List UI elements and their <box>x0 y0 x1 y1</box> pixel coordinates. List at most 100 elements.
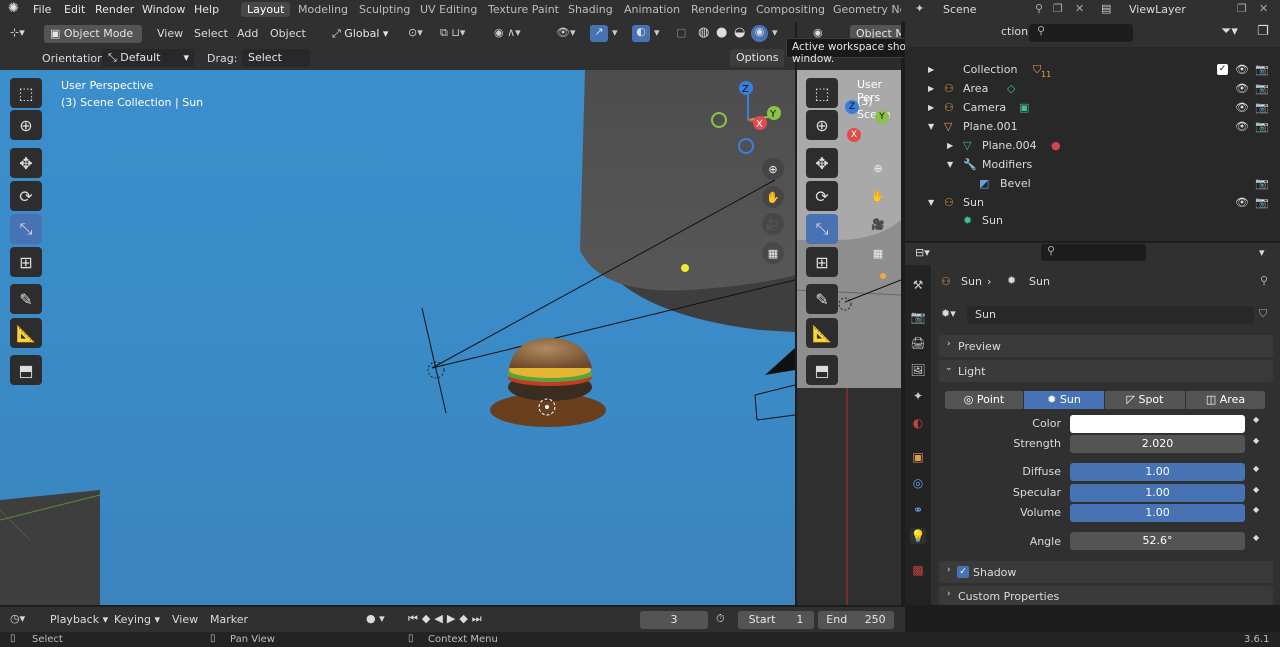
view-layer-tab-icon[interactable]: 🖼 <box>910 362 926 378</box>
move-tool-icon[interactable]: ✥ <box>10 148 42 178</box>
keyframe-dot-icon[interactable]: ◆ <box>1253 415 1259 424</box>
render-camera-icon[interactable]: 📷 <box>1255 174 1269 193</box>
pan-hand-icon-2[interactable]: ✋ <box>867 185 889 207</box>
datablock-name-field[interactable]: Sun <box>967 306 1254 324</box>
shadow-panel-header[interactable]: › ✓ Shadow <box>939 561 1273 583</box>
drag-dropdown[interactable]: Select Box ▾ <box>242 49 310 82</box>
collapse-arrow-icon[interactable]: ▼ <box>947 155 953 174</box>
new-viewlayer-icon[interactable]: ❐ <box>1237 2 1247 15</box>
blender-logo-icon[interactable]: ✺ <box>8 1 19 16</box>
diffuse-slider[interactable]: 1.00 <box>1070 463 1245 481</box>
keyframe-dot-icon[interactable]: ◆ <box>1253 464 1259 473</box>
select-box-tool-icon-2[interactable]: ⬚ <box>806 78 838 108</box>
light-panel-header[interactable]: ⌄ Light <box>939 360 1273 382</box>
render-camera-icon[interactable]: 📷 <box>1255 98 1269 117</box>
auto-keying-icon[interactable]: ● ▾ <box>366 612 385 625</box>
annotate-tool-icon-2[interactable]: ✎ <box>806 284 838 314</box>
gizmo-toggle-icon[interactable]: ↗ <box>590 25 608 42</box>
light-datablock-icon[interactable]: ✹▾ <box>941 307 956 320</box>
collapse-arrow-icon[interactable]: ▼ <box>928 193 934 212</box>
overlay-dropdown-icon[interactable]: ▾ <box>654 26 660 39</box>
properties-editor[interactable]: ⊟▾ ⚲ ▾ ⚇ Sun › ✹ Sun ⚲ ✹▾ Sun ⛉ › Previe… <box>905 243 1280 605</box>
next-keyframe-icon[interactable]: ◆ <box>459 612 471 625</box>
perspective-grid-icon-2[interactable]: ▦ <box>867 242 889 264</box>
tab-texture-paint[interactable]: Texture Paint <box>488 3 559 16</box>
end-frame-field[interactable]: End 250 <box>818 611 894 629</box>
properties-search-input[interactable]: ⚲ <box>1041 244 1146 261</box>
object-tab-icon[interactable]: ▣ <box>910 449 926 465</box>
specular-slider[interactable]: 1.00 <box>1070 484 1245 502</box>
outliner-row-bevel[interactable]: ◩ Bevel 📷 <box>905 174 1280 193</box>
editor-type-icon-3[interactable]: ⊟▾ <box>915 246 930 259</box>
angle-field[interactable]: 52.6° <box>1070 532 1245 550</box>
pin-icon[interactable]: ⚲ <box>1260 274 1268 287</box>
outliner-row-plane001[interactable]: ▼ ▽ Plane.001 👁 📷 <box>905 117 1280 136</box>
select-box-tool-icon[interactable]: ⬚ <box>10 78 42 108</box>
current-frame-field[interactable]: 3 <box>640 611 708 629</box>
transform-orientation-dropdown[interactable]: ⤢ Global ▾ <box>326 25 394 43</box>
zoom-icon[interactable]: ⊕ <box>762 158 784 180</box>
overlay-toggle-icon[interactable]: ◐ <box>632 25 650 42</box>
menu-file[interactable]: File <box>33 3 51 16</box>
scene-selector[interactable]: ✦ Scene ⚲ ❐ ✕ <box>905 0 1095 19</box>
tool-tab-icon[interactable]: ⚒ <box>910 277 926 293</box>
light-type-point[interactable]: ◎ Point <box>945 391 1023 409</box>
visibility-icon[interactable]: 👁▾ <box>556 26 576 39</box>
visibility-eye-icon[interactable]: 👁 <box>1235 117 1249 136</box>
volume-slider[interactable]: 1.00 <box>1070 504 1245 522</box>
render-tab-icon[interactable]: 📷 <box>910 309 926 325</box>
gizmo-x-icon-2[interactable]: X <box>847 128 861 142</box>
cursor-tool-icon[interactable]: ⊕ <box>10 110 42 140</box>
menu-edit[interactable]: Edit <box>64 3 85 16</box>
preview-range-icon[interactable]: ⏱ <box>716 612 725 626</box>
visibility-eye-icon[interactable]: 👁 <box>1235 60 1249 79</box>
xray-icon[interactable]: ▢ <box>676 26 686 39</box>
outliner-row-plane004[interactable]: ▶ ▽ Plane.004 ● <box>905 136 1280 155</box>
menu-object[interactable]: Object <box>270 27 306 40</box>
outliner-row-modifiers[interactable]: ▼ 🔧 Modifiers <box>905 155 1280 174</box>
jump-start-icon[interactable]: ⏮ <box>408 612 422 625</box>
mode-dropdown[interactable]: ▣ Object Mode <box>44 25 142 43</box>
play-icon[interactable]: ▶ <box>447 612 459 625</box>
transform-tool-icon-2[interactable]: ⊞ <box>806 247 838 277</box>
properties-options-icon[interactable]: ▾ <box>1259 246 1265 259</box>
play-reverse-icon[interactable]: ◀ <box>434 612 446 625</box>
keying-menu[interactable]: Keying ▾ <box>114 613 160 626</box>
light-type-area[interactable]: ◫ Area <box>1186 391 1265 409</box>
tab-modeling[interactable]: Modeling <box>298 3 348 16</box>
options-button[interactable]: Options <box>730 49 785 67</box>
texture-tab-icon[interactable]: ▩ <box>910 562 926 578</box>
collapse-arrow-icon[interactable]: ▼ <box>928 117 934 136</box>
new-scene-icon[interactable]: ❐ <box>1053 2 1063 15</box>
include-checkbox-icon[interactable]: ✓ <box>1217 64 1228 75</box>
custom-properties-panel-header[interactable]: › Custom Properties <box>939 586 1273 605</box>
tab-shading[interactable]: Shading <box>568 3 613 16</box>
fake-user-shield-icon[interactable]: ⛉ <box>1259 307 1267 321</box>
outliner-search-input[interactable]: ⚲ <box>1029 24 1133 42</box>
rendered-shading-icon[interactable]: ◉ <box>751 25 768 42</box>
scale-tool-icon[interactable]: ⤡ <box>10 214 42 244</box>
solid-shading-icon[interactable]: ● <box>716 25 727 40</box>
marker-menu[interactable]: Marker <box>210 613 248 626</box>
secondary-viewport[interactable]: ◉ Object M User Pers (3) Scene ⬚ ⊕ ✥ ⟳ ⤡… <box>797 22 901 605</box>
visibility-eye-icon[interactable]: 👁 <box>1235 98 1249 117</box>
outliner-row-sun[interactable]: ▼ ⚇ Sun 👁 📷 <box>905 193 1280 212</box>
render-camera-icon[interactable]: 📷 <box>1255 79 1269 98</box>
menu-render[interactable]: Render <box>95 3 134 16</box>
pivot-icon[interactable]: ⊙▾ <box>408 26 423 39</box>
playback-menu[interactable]: Playback ▾ <box>50 613 108 626</box>
visibility-eye-icon[interactable]: 👁 <box>1235 193 1249 212</box>
expand-arrow-icon[interactable]: ▶ <box>928 98 934 117</box>
shading-dropdown-icon[interactable]: ▾ <box>772 26 778 39</box>
menu-add[interactable]: Add <box>237 27 258 40</box>
tab-animation[interactable]: Animation <box>624 3 680 16</box>
new-collection-icon[interactable]: ❐ <box>1257 24 1269 39</box>
scene-tab-icon[interactable]: ✦ <box>910 388 926 404</box>
annotate-tool-icon[interactable]: ✎ <box>10 284 42 314</box>
gizmo-y-icon-2[interactable]: Y <box>875 110 889 124</box>
strength-field[interactable]: 2.020 <box>1070 435 1245 453</box>
outliner[interactable]: ction ⚲ ⏷▾ ❐ ▶ Collection ⛉ 11 ✓ 👁 📷 ▶ ⚇… <box>905 19 1280 241</box>
light-type-spot[interactable]: ◸ Spot <box>1105 391 1185 409</box>
render-camera-icon[interactable]: 📷 <box>1255 117 1269 136</box>
expand-arrow-icon[interactable]: ▶ <box>928 79 934 98</box>
